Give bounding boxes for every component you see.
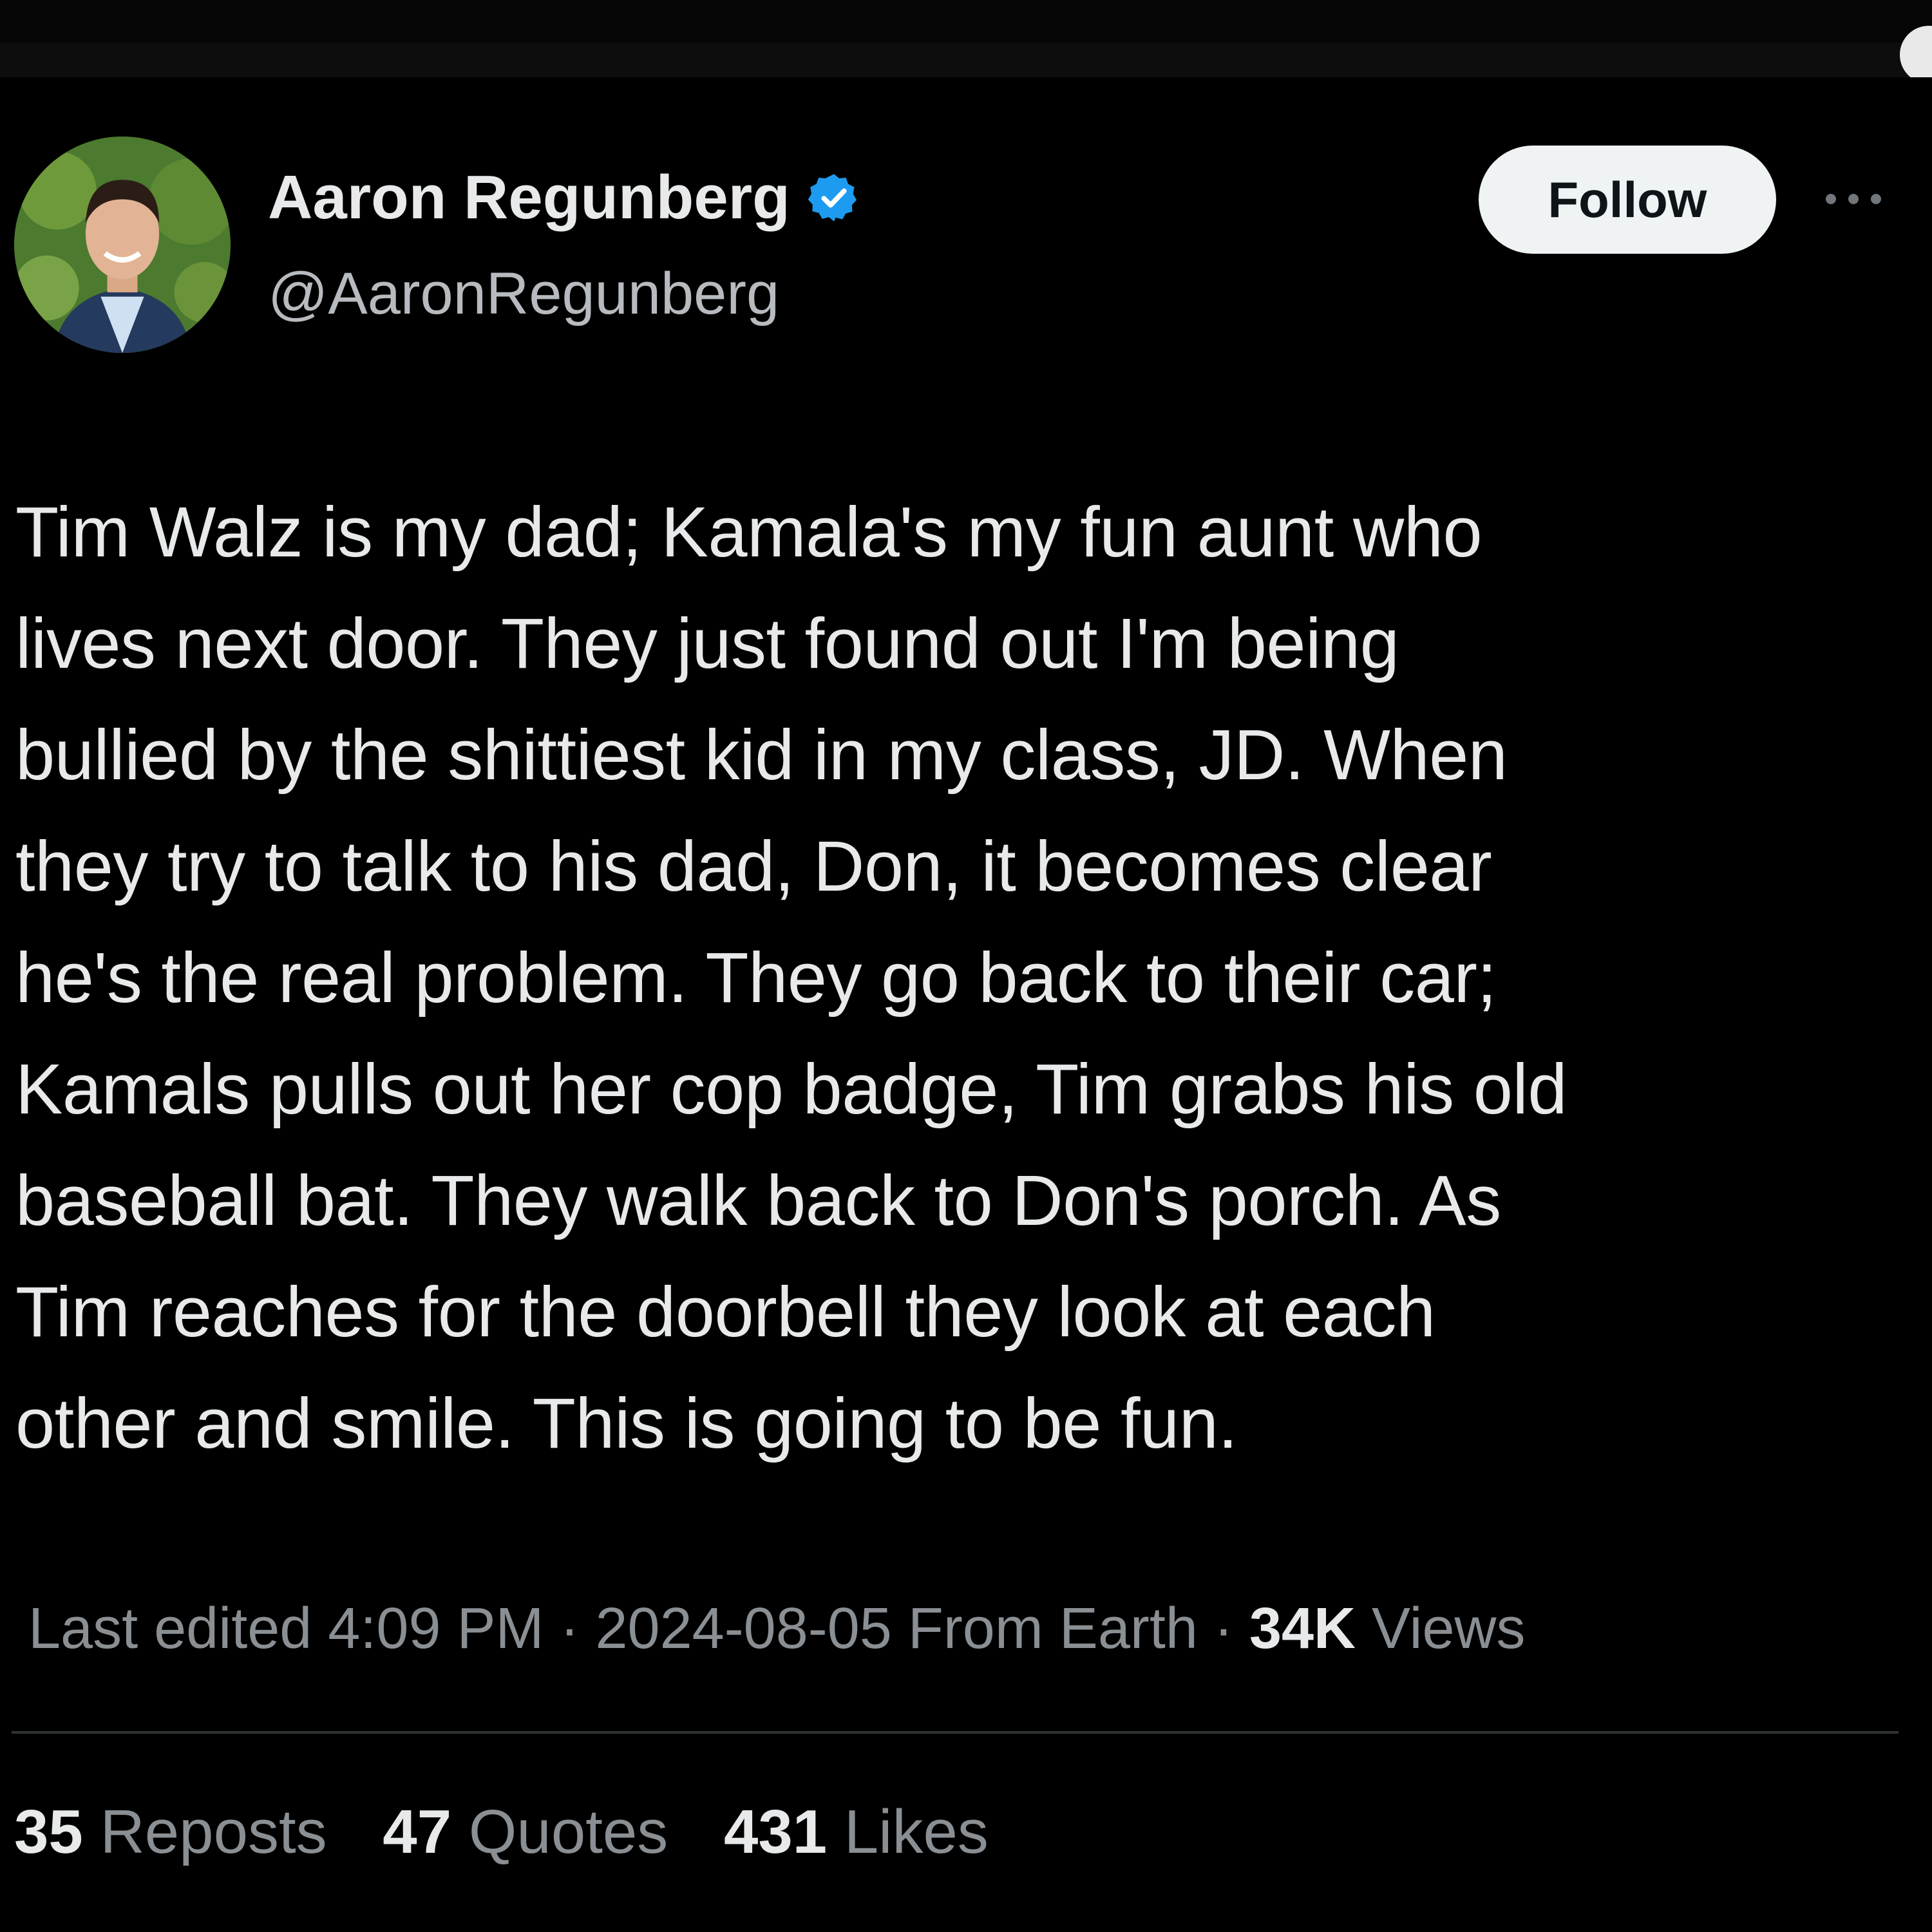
engagement-stats: 35 Reposts 47 Quotes 431 Likes — [14, 1797, 1027, 1868]
edit-timestamp-source[interactable]: Last edited 4:09 PM · 2024-08-05 From Ea… — [28, 1596, 1249, 1661]
reposts-stat[interactable]: 35 Reposts — [14, 1797, 327, 1868]
quotes-stat[interactable]: 47 Quotes — [383, 1797, 668, 1868]
likes-stat[interactable]: 431 Likes — [724, 1797, 989, 1868]
verified-badge-icon — [808, 174, 857, 222]
quotes-label: Quotes — [451, 1797, 668, 1866]
top-bar — [0, 0, 1932, 43]
likes-label: Likes — [827, 1797, 989, 1866]
reposts-label: Reposts — [82, 1797, 327, 1866]
views-label: Views — [1356, 1596, 1526, 1661]
views-count: 34K — [1249, 1596, 1356, 1661]
reposts-count: 35 — [14, 1797, 83, 1866]
divider — [12, 1731, 1899, 1734]
quotes-count: 47 — [383, 1797, 452, 1866]
tweet-text: Tim Walz is my dad; Kamala's my fun aunt… — [15, 493, 1567, 1463]
more-horizontal-icon[interactable] — [1821, 188, 1886, 210]
author-display-name[interactable]: Aaron Regunberg — [268, 162, 861, 233]
tweet-meta: Last edited 4:09 PM · 2024-08-05 From Ea… — [28, 1596, 1526, 1662]
avatar[interactable] — [14, 137, 231, 353]
author-handle[interactable]: @AaronRegunberg — [268, 260, 779, 328]
screenshot-page: Aaron Regunberg @AaronRegunberg Follow T… — [0, 0, 1932, 1932]
author-name-text: Aaron Regunberg — [268, 163, 790, 232]
avatar-photo — [14, 137, 231, 353]
follow-button[interactable]: Follow — [1479, 146, 1776, 254]
likes-count: 431 — [723, 1797, 828, 1866]
